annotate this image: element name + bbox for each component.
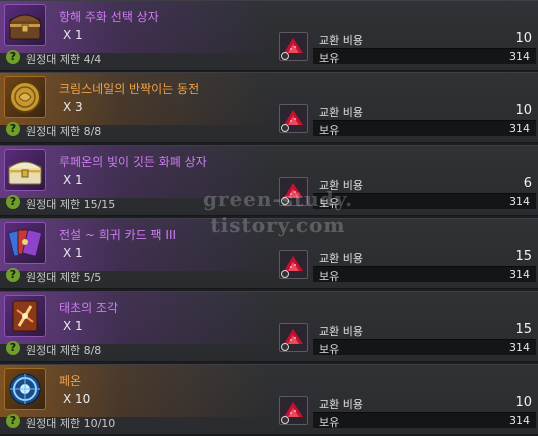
holding-value: 314 xyxy=(509,50,530,63)
item-name: 크림스네일의 반짝이는 동전 xyxy=(59,82,200,96)
cost-value: 10 xyxy=(515,395,532,410)
expedition-limit: 원정대 제한 15/15 xyxy=(26,198,116,211)
cost-label: 교환 비용 xyxy=(319,179,363,192)
holding-label: 보유 xyxy=(319,197,340,210)
holding-bar: 보유 314 xyxy=(313,266,536,283)
holding-value: 314 xyxy=(509,341,530,354)
bound-coin-icon xyxy=(281,270,289,278)
exchange-row[interactable]: 루페온의 빛이 깃든 화폐 상자 X 1 ? 원정대 제한 15/15 교환 비… xyxy=(0,145,538,216)
holding-bar: 보유 314 xyxy=(313,339,536,356)
bound-coin-icon xyxy=(281,52,289,60)
holding-bar: 보유 314 xyxy=(313,120,536,137)
holding-label: 보유 xyxy=(319,124,340,137)
bound-coin-icon xyxy=(281,124,289,132)
help-icon[interactable]: ? xyxy=(6,268,20,282)
holding-label: 보유 xyxy=(319,416,340,429)
bound-coin-icon xyxy=(281,197,289,205)
item-name: 태초의 조각 xyxy=(59,301,119,315)
cost-label: 교환 비용 xyxy=(319,252,363,265)
item-name: 페온 xyxy=(59,374,82,388)
cost-value: 6 xyxy=(523,176,532,191)
exchange-row[interactable]: 태초의 조각 X 1 ? 원정대 제한 8/8 교환 비용 15 보유 314 xyxy=(0,291,538,362)
holding-label: 보유 xyxy=(319,343,340,356)
primal-shard-icon xyxy=(4,295,46,337)
treasure-chest-icon xyxy=(4,149,46,191)
cost-value: 10 xyxy=(515,103,532,118)
help-icon[interactable]: ? xyxy=(6,50,20,64)
cost-value: 10 xyxy=(515,31,532,46)
expedition-limit: 원정대 제한 8/8 xyxy=(26,125,102,138)
holding-bar: 보유 314 xyxy=(313,412,536,429)
exchange-list: 항해 주화 선택 상자 X 1 ? 원정대 제한 4/4 교환 비용 10 보유… xyxy=(0,0,538,436)
help-icon[interactable]: ? xyxy=(6,414,20,428)
expedition-limit: 원정대 제한 8/8 xyxy=(26,344,102,357)
help-icon[interactable]: ? xyxy=(6,341,20,355)
exchange-row[interactable]: 전설 ~ 희귀 카드 팩 III X 1 ? 원정대 제한 5/5 교환 비용 … xyxy=(0,218,538,289)
gold-coin-icon xyxy=(4,76,46,118)
item-quantity: X 1 xyxy=(63,246,83,260)
help-icon[interactable]: ? xyxy=(6,122,20,136)
voyage-coin-chest-icon xyxy=(4,4,46,46)
exchange-row[interactable]: 크림스네일의 반짝이는 동전 X 3 ? 원정대 제한 8/8 교환 비용 10… xyxy=(0,72,538,143)
item-quantity: X 3 xyxy=(63,100,83,114)
cost-label: 교환 비용 xyxy=(319,398,363,411)
item-quantity: X 1 xyxy=(63,173,83,187)
expedition-limit: 원정대 제한 10/10 xyxy=(26,417,116,430)
item-name: 전설 ~ 희귀 카드 팩 III xyxy=(59,228,177,242)
cost-label: 교환 비용 xyxy=(319,34,363,47)
holding-value: 314 xyxy=(509,414,530,427)
bound-coin-icon xyxy=(281,416,289,424)
exchange-row[interactable]: 페온 X 10 ? 원정대 제한 10/10 교환 비용 10 보유 314 xyxy=(0,364,538,435)
cost-label: 교환 비용 xyxy=(319,106,363,119)
expedition-limit: 원정대 제한 5/5 xyxy=(26,271,102,284)
expedition-limit: 원정대 제한 4/4 xyxy=(26,53,102,66)
item-name: 루페온의 빛이 깃든 화폐 상자 xyxy=(59,155,207,169)
card-pack-icon xyxy=(4,222,46,264)
item-name: 항해 주화 선택 상자 xyxy=(59,10,159,24)
exchange-row[interactable]: 항해 주화 선택 상자 X 1 ? 원정대 제한 4/4 교환 비용 10 보유… xyxy=(0,0,538,71)
holding-label: 보유 xyxy=(319,270,340,283)
holding-bar: 보유 314 xyxy=(313,48,536,65)
item-quantity: X 1 xyxy=(63,28,83,42)
cost-value: 15 xyxy=(515,322,532,337)
item-quantity: X 1 xyxy=(63,319,83,333)
cost-value: 15 xyxy=(515,249,532,264)
holding-value: 314 xyxy=(509,122,530,135)
holding-bar: 보유 314 xyxy=(313,193,536,210)
holding-label: 보유 xyxy=(319,52,340,65)
holding-value: 314 xyxy=(509,195,530,208)
help-icon[interactable]: ? xyxy=(6,195,20,209)
item-quantity: X 10 xyxy=(63,392,91,406)
pheon-icon xyxy=(4,368,46,410)
cost-label: 교환 비용 xyxy=(319,325,363,338)
holding-value: 314 xyxy=(509,268,530,281)
bound-coin-icon xyxy=(281,343,289,351)
